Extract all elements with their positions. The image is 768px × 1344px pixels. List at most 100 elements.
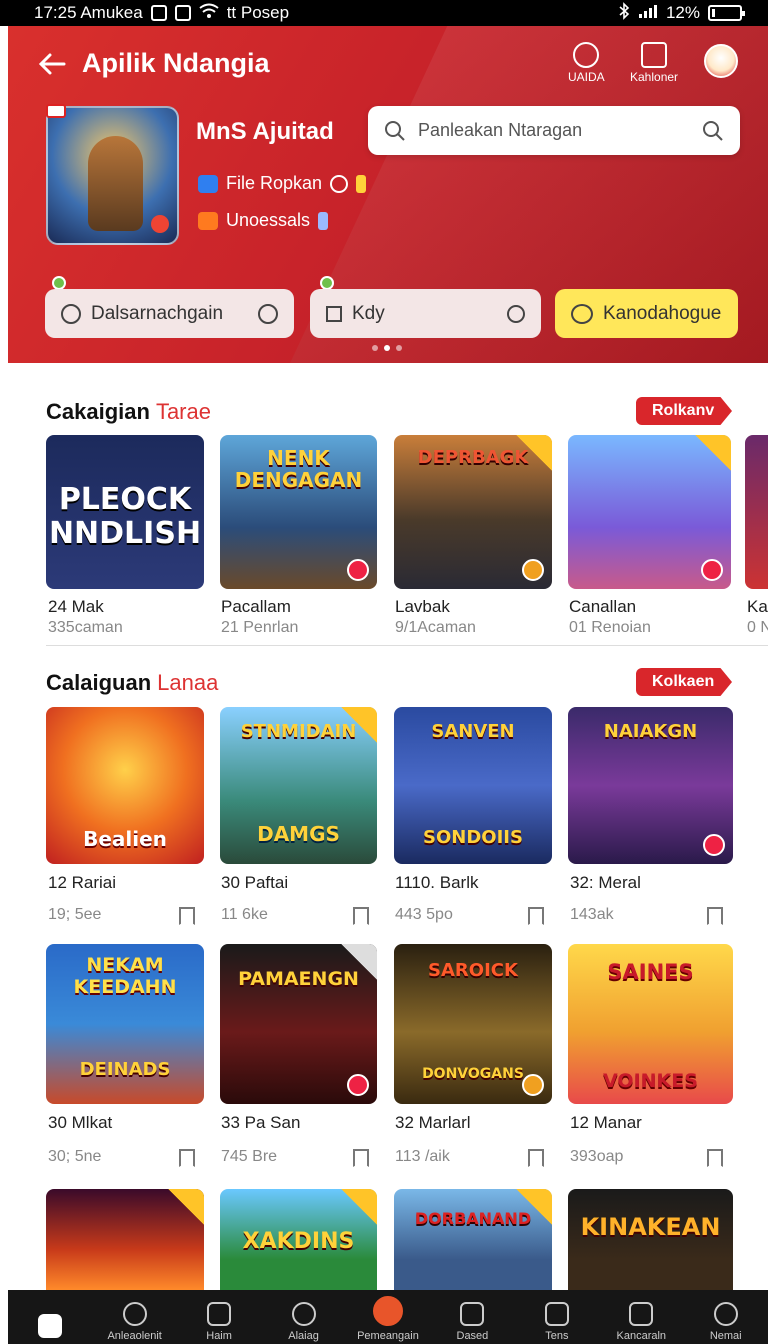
- bookmark-icon[interactable]: [353, 1149, 369, 1167]
- corner-ribbon-icon: [341, 1189, 377, 1225]
- game-card-art-bottom: Bealien: [83, 827, 167, 851]
- kahloner-button[interactable]: Kahloner: [630, 42, 678, 84]
- nav-home[interactable]: [8, 1314, 92, 1342]
- meta-row-file[interactable]: File Ropkan: [198, 173, 367, 194]
- search-submit-icon[interactable]: [702, 120, 724, 142]
- pill-dot-icon: [320, 276, 334, 290]
- game-card-title[interactable]: Pacallam: [221, 597, 291, 617]
- meta-unoessals-label: Unoessals: [226, 210, 311, 230]
- game-card-title[interactable]: 12 Manar: [570, 1113, 642, 1133]
- uaida-label: UAIDA: [568, 70, 605, 84]
- search-bar[interactable]: [368, 106, 740, 155]
- nav-label: Anleaolenit: [107, 1330, 162, 1342]
- featured-app-image[interactable]: [46, 106, 179, 245]
- section-2-button[interactable]: Kolkaen: [636, 668, 732, 696]
- game-card-image[interactable]: [568, 435, 731, 589]
- nav-label: Haim: [206, 1330, 232, 1342]
- nav-tens[interactable]: Tens: [515, 1302, 599, 1342]
- game-card-image[interactable]: SAROICK DONVOGANS: [394, 944, 552, 1104]
- game-card-image[interactable]: SANVEN SONDOIIS: [394, 707, 552, 864]
- page-indicator: [372, 345, 402, 351]
- game-card-image[interactable]: SAINES VOINKES: [568, 944, 733, 1104]
- game-card-subtitle: 9/1Acaman: [395, 619, 476, 636]
- nav-alaiag[interactable]: Alaiag: [262, 1302, 346, 1342]
- nav-dased[interactable]: Dased: [430, 1302, 514, 1342]
- bookmark-icon[interactable]: [528, 907, 544, 925]
- game-card-title[interactable]: 12 Rariai: [48, 873, 116, 893]
- meta-row-unoessals[interactable]: Unoessals: [198, 210, 329, 231]
- game-badge-icon: [522, 559, 544, 581]
- game-card-title[interactable]: Lavbak: [395, 597, 450, 617]
- pill-kanodahogue[interactable]: Kanodahogue: [555, 289, 738, 338]
- game-card-image[interactable]: DORBANAND: [394, 1189, 552, 1290]
- game-card-image[interactable]: NAIAKGN: [568, 707, 733, 864]
- game-card-image[interactable]: [745, 435, 768, 589]
- kahloner-label: Kahloner: [630, 70, 679, 84]
- game-card-image[interactable]: XAKDINS: [220, 1189, 377, 1290]
- section-header-1: Cakaigian Tarae: [46, 399, 211, 425]
- game-badge-icon: [701, 559, 723, 581]
- game-card-image[interactable]: PAMAENGN: [220, 944, 377, 1104]
- game-card-art-bottom: SONDOIIS: [423, 827, 523, 848]
- game-card-subtitle: 443 5po: [395, 906, 453, 923]
- nav-anleaolenit[interactable]: Anleaolenit: [93, 1302, 177, 1342]
- game-card-title[interactable]: 32 Marlarl: [395, 1113, 471, 1133]
- game-card-image[interactable]: NENK DENGAGAN: [220, 435, 377, 589]
- game-card-title[interactable]: 33 Pa San: [221, 1113, 300, 1133]
- game-card-title[interactable]: 30 Mlkat: [48, 1113, 112, 1133]
- pill-kdy[interactable]: Kdy: [310, 289, 541, 338]
- game-card-subtitle: 113 /aik: [395, 1148, 450, 1165]
- game-card-image[interactable]: PLEOCK NNDLISH: [46, 435, 204, 589]
- refresh-icon: [330, 174, 349, 193]
- section-1-button[interactable]: Rolkanv: [636, 397, 732, 425]
- section-divider: [46, 645, 768, 646]
- magnify-icon: [291, 1302, 316, 1326]
- bookmark-icon[interactable]: [707, 1149, 723, 1167]
- game-card-image[interactable]: KINAKEAN: [568, 1189, 733, 1290]
- bookmark-icon[interactable]: [179, 907, 195, 925]
- nav-haim[interactable]: Haim: [177, 1302, 261, 1342]
- game-card-subtitle: 335caman: [48, 619, 123, 636]
- bluetooth-icon: [618, 1, 630, 25]
- app-notification-icon: [174, 5, 191, 21]
- bulb-icon: [573, 42, 600, 68]
- game-card-image[interactable]: NEKAM KEEDAHN DEINADS: [46, 944, 204, 1104]
- chat-icon: [507, 304, 525, 323]
- status-bar: 17:25 Amukea tt Posep 12%: [0, 0, 768, 26]
- user-avatar[interactable]: [704, 44, 738, 78]
- back-button[interactable]: [36, 48, 68, 80]
- wifi-icon: [199, 3, 219, 24]
- uaida-button[interactable]: UAIDA: [568, 42, 605, 84]
- corner-ribbon-icon: [695, 435, 731, 471]
- chat-bubble-icon: [571, 303, 593, 324]
- game-card-image[interactable]: DEPRBAGK: [394, 435, 552, 589]
- pill-dalsarnachgain[interactable]: Dalsarnachgain: [45, 289, 294, 338]
- game-card-title[interactable]: 1110. Barlk: [395, 873, 478, 893]
- game-card-image[interactable]: [46, 1189, 204, 1290]
- chat-icon: [258, 303, 278, 324]
- game-card-art-bottom: VOINKES: [603, 1070, 698, 1092]
- search-icon: [122, 1302, 147, 1326]
- game-card-image[interactable]: Bealien: [46, 707, 204, 864]
- notification-icon: [150, 5, 167, 21]
- game-card-title[interactable]: 32: Meral: [570, 873, 641, 893]
- nav-kancaraln[interactable]: Kancaraln: [599, 1302, 683, 1342]
- game-card-title[interactable]: 24 Mak: [48, 597, 104, 617]
- game-card-title[interactable]: Ka: [747, 597, 768, 617]
- game-card-title[interactable]: 30 Paftai: [221, 873, 288, 893]
- game-card-title[interactable]: Canallan: [569, 597, 636, 617]
- game-card-subtitle: 30; 5ne: [48, 1148, 102, 1165]
- game-card-subtitle: 19; 5ee: [48, 906, 102, 923]
- battery-icon: [708, 5, 745, 21]
- search-input[interactable]: [418, 120, 690, 141]
- bookmark-icon[interactable]: [707, 907, 723, 925]
- pill-label: Kanodahogue: [603, 302, 722, 324]
- nav-pemeangain[interactable]: Pemeangain: [346, 1296, 430, 1342]
- bookmark-icon[interactable]: [528, 1149, 544, 1167]
- bookmark-icon[interactable]: [353, 907, 369, 925]
- bookmark-icon[interactable]: [179, 1149, 195, 1167]
- nav-nemai[interactable]: Nemai: [684, 1302, 768, 1342]
- section-subtitle: Lanaa: [157, 670, 219, 695]
- game-card-image[interactable]: STNMIDAIN DAMGS: [220, 707, 377, 864]
- status-network-label: tt Posep: [226, 3, 290, 22]
